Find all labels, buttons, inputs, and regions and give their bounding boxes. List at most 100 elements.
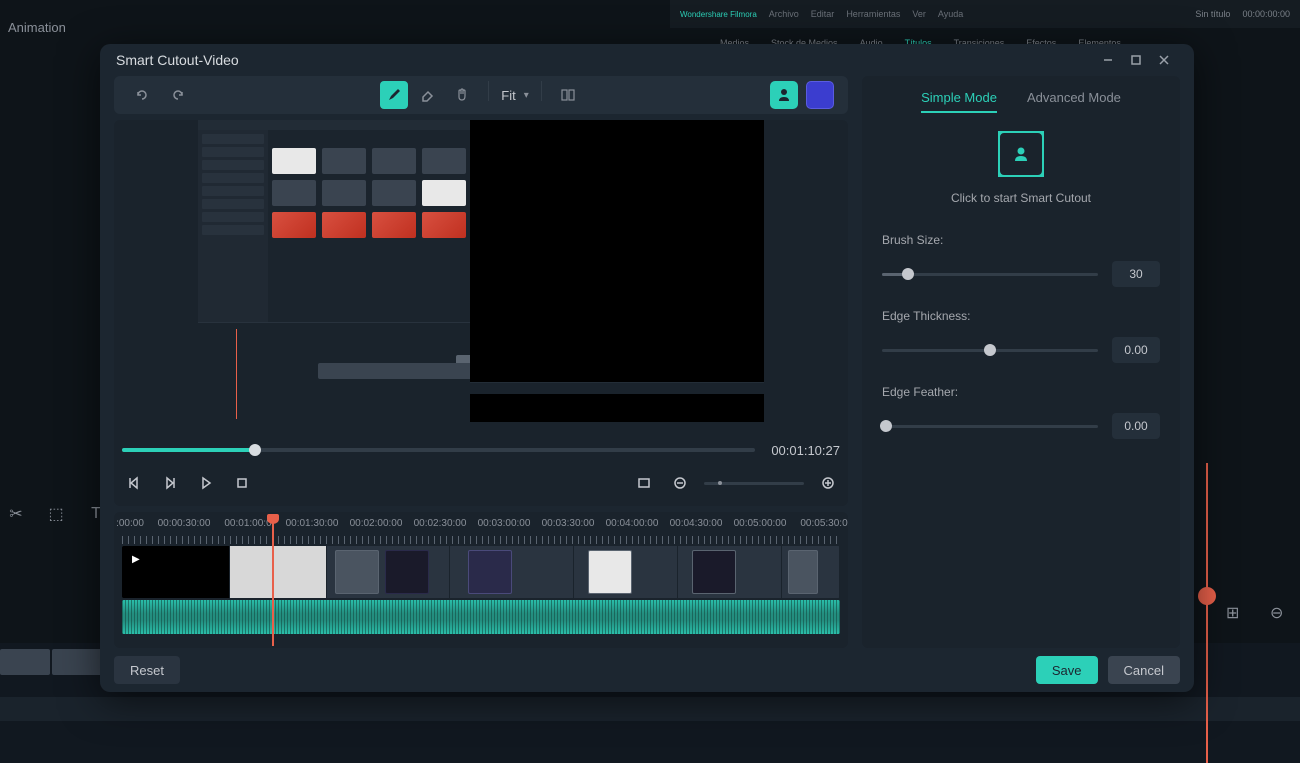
zoom-slider[interactable] [704,482,804,485]
start-cutout-text: Click to start Smart Cutout [951,191,1091,205]
close-button[interactable] [1150,46,1178,74]
hand-tool-button[interactable] [448,81,476,109]
stop-button[interactable] [230,471,254,495]
minimize-icon [1102,54,1114,66]
video-clip[interactable] [327,546,451,598]
bg-track [0,697,1300,721]
brush-size-slider[interactable] [882,273,1098,276]
ruler-timestamp: 00:05:00:00 [734,518,787,529]
undo-button[interactable] [128,81,156,109]
slider-handle[interactable] [984,344,996,356]
playback-time: 00:01:10:27 [771,443,840,458]
brush-tool-button[interactable] [380,81,408,109]
timeline-ruler[interactable]: :00:0000:00:30:0000:01:00:000:01:30:0000… [114,518,848,544]
scissors-icon: ✂ [6,504,26,524]
brush-size-label: Brush Size: [882,233,1160,247]
ruler-timestamp: 00:00:30:00 [158,518,211,529]
close-icon [1158,54,1170,66]
play-icon: ▶ [132,554,140,565]
tab-simple-mode[interactable]: Simple Mode [921,90,997,113]
zoom-out-icon [673,476,687,490]
video-clip[interactable] [782,546,840,598]
add-icon: ⊞ [1226,603,1246,623]
scrubber-track[interactable] [122,448,755,452]
modal-title: Smart Cutout-Video [116,52,239,68]
edge-feather-slider[interactable] [882,425,1098,428]
zoom-label: Fit [501,88,515,103]
preview-toolbar: Fit ▾ [114,76,848,114]
next-frame-button[interactable] [158,471,182,495]
zoom-in-button[interactable] [816,471,840,495]
tab-advanced-mode[interactable]: Advanced Mode [1027,90,1121,113]
brush-size-value[interactable]: 30 [1112,261,1160,287]
bg-clip [0,649,50,675]
bg-menu: Ver [912,9,926,19]
brush-icon [386,87,402,103]
bg-menu: Editar [811,9,835,19]
slider-handle[interactable] [880,420,892,432]
video-clip[interactable]: ▶ [122,546,230,598]
maximize-button[interactable] [1122,46,1150,74]
video-track[interactable]: ▶ [122,546,840,598]
video-clip[interactable] [678,546,782,598]
hand-icon [454,87,470,103]
ruler-timestamp: 00:04:00:00 [606,518,659,529]
undo-icon [134,87,150,103]
video-clip[interactable] [574,546,678,598]
eraser-icon [420,87,436,103]
video-clip[interactable] [450,546,574,598]
compare-button[interactable] [554,81,582,109]
aspect-button[interactable] [632,471,656,495]
prev-frame-button[interactable] [122,471,146,495]
scrubber-handle[interactable] [249,444,261,456]
reset-button[interactable]: Reset [114,656,180,684]
zoom-in-icon [821,476,835,490]
minimize-button[interactable] [1094,46,1122,74]
redo-button[interactable] [164,81,192,109]
smart-cutout-modal: Smart Cutout-Video [100,44,1194,692]
eraser-tool-button[interactable] [414,81,442,109]
bg-topbar: Wondershare Filmora Archivo Editar Herra… [670,0,1300,28]
slider-handle[interactable] [902,268,914,280]
person-scan-icon [1010,143,1032,165]
compare-icon [560,87,576,103]
bg-animation-label: Animation [8,20,66,35]
edge-feather-label: Edge Feather: [882,385,1160,399]
timeline-playhead[interactable] [272,516,274,646]
ruler-timestamp: 00:02:00:00 [350,518,403,529]
crop-icon: ⬚ [46,504,66,524]
person-icon [776,87,792,103]
redo-icon [170,87,186,103]
zoom-dropdown[interactable]: Fit ▾ [501,81,528,109]
mode-tabs: Simple Mode Advanced Mode [882,90,1160,113]
preview-source [198,120,470,422]
start-cutout-button[interactable] [998,131,1044,177]
ruler-timestamp: 00:03:30:00 [542,518,595,529]
edge-thickness-value[interactable]: 0.00 [1112,337,1160,363]
save-button[interactable]: Save [1036,656,1098,684]
edge-feather-value[interactable]: 0.00 [1112,413,1160,439]
play-icon [199,476,213,490]
bg-menu: Herramientas [846,9,900,19]
chevron-down-icon: ▾ [524,90,529,101]
brand-logo: Wondershare Filmora [680,10,757,19]
ruler-timestamp: 00:03:00:00 [478,518,531,529]
video-clip[interactable] [230,546,327,598]
audio-track[interactable] [122,600,840,634]
play-button[interactable] [194,471,218,495]
bg-clip [52,649,102,675]
zoom-out-button[interactable] [668,471,692,495]
preview-scrubber[interactable]: 00:01:10:27 [122,438,840,462]
minus-icon: ⊖ [1270,603,1290,623]
cancel-button[interactable]: Cancel [1108,656,1180,684]
edge-thickness-slider[interactable] [882,349,1098,352]
stop-icon [235,476,249,490]
bg-timecode-right: 00:00:00:00 [1242,9,1290,19]
brush-size-group: Brush Size: 30 [882,233,1160,287]
bg-menu: Ayuda [938,9,963,19]
prev-frame-icon [127,476,141,490]
start-cutout-box: Click to start Smart Cutout [882,131,1160,205]
bg-menu: Archivo [769,9,799,19]
color-swatch[interactable] [806,81,834,109]
subject-swatch[interactable] [770,81,798,109]
